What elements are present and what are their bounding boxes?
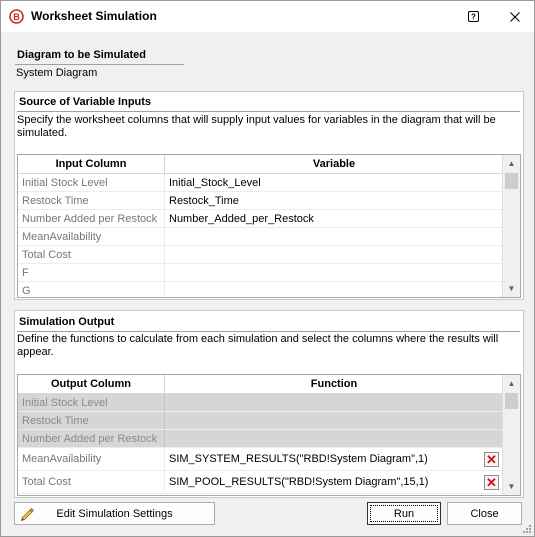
- output-grid-header: Output Column Function: [18, 375, 503, 394]
- variable-cell[interactable]: [165, 246, 503, 263]
- output-rows: Initial Stock Level Restock Time Number …: [18, 394, 503, 494]
- close-button[interactable]: Close: [447, 502, 522, 525]
- scroll-up-icon[interactable]: ▲: [503, 375, 520, 392]
- title-bar: B Worksheet Simulation ?: [1, 1, 534, 32]
- variable-cell[interactable]: Initial_Stock_Level: [165, 174, 503, 191]
- table-row[interactable]: G: [18, 282, 503, 297]
- input-column-cell: Initial Stock Level: [18, 174, 165, 191]
- table-row[interactable]: Total Cost: [18, 246, 503, 264]
- scroll-down-icon[interactable]: ▼: [503, 280, 520, 297]
- diagram-name: System Diagram: [16, 67, 98, 79]
- input-column-cell: Total Cost: [18, 246, 165, 263]
- simulation-output-group: Simulation Output Define the functions t…: [14, 310, 524, 498]
- help-button[interactable]: ?: [455, 1, 491, 32]
- edit-settings-label: Edit Simulation Settings: [56, 507, 173, 520]
- output-column-header[interactable]: Output Column: [18, 375, 165, 393]
- output-scrollbar[interactable]: ▲ ▼: [502, 375, 520, 495]
- inputs-rows: Initial Stock Level Initial_Stock_Level …: [18, 174, 503, 297]
- diagram-heading: Diagram to be Simulated: [17, 49, 146, 61]
- scrollbar-thumb[interactable]: [505, 173, 518, 189]
- variable-header[interactable]: Variable: [165, 155, 503, 173]
- inputs-heading-divider: [17, 111, 520, 112]
- close-icon: [510, 11, 520, 22]
- output-description: Define the functions to calculate from e…: [17, 333, 499, 358]
- input-column-header[interactable]: Input Column: [18, 155, 165, 173]
- variable-cell[interactable]: Number_Added_per_Restock: [165, 210, 503, 227]
- input-column-cell: F: [18, 264, 165, 281]
- red-x-icon: ✕: [486, 475, 497, 490]
- app-logo-icon: B: [9, 9, 24, 24]
- pencil-icon: [21, 507, 35, 521]
- scroll-down-icon[interactable]: ▼: [503, 478, 520, 495]
- output-heading-divider: [17, 331, 520, 332]
- table-row[interactable]: MeanAvailability: [18, 228, 503, 246]
- inputs-grid-header: Input Column Variable: [18, 155, 503, 174]
- resize-grip-icon[interactable]: [522, 524, 532, 534]
- output-grid[interactable]: Output Column Function Initial Stock Lev…: [17, 374, 521, 496]
- svg-text:?: ?: [471, 13, 476, 22]
- scroll-up-icon[interactable]: ▲: [503, 155, 520, 172]
- function-text[interactable]: SIM_POOL_RESULTS("RBD!System Diagram",15…: [169, 476, 428, 488]
- close-window-button[interactable]: [497, 1, 533, 32]
- table-row[interactable]: Number Added per Restock Number_Added_pe…: [18, 210, 503, 228]
- input-column-cell: MeanAvailability: [18, 228, 165, 245]
- variable-cell[interactable]: [165, 282, 503, 297]
- function-header[interactable]: Function: [165, 375, 503, 393]
- diagram-heading-divider: [15, 64, 184, 65]
- table-row[interactable]: Restock Time Restock_Time: [18, 192, 503, 210]
- output-column-cell: MeanAvailability: [18, 448, 165, 470]
- edit-simulation-settings-button[interactable]: Edit Simulation Settings: [14, 502, 215, 525]
- inputs-scrollbar[interactable]: ▲ ▼: [502, 155, 520, 297]
- question-mark-icon: ?: [467, 11, 479, 22]
- input-column-cell: G: [18, 282, 165, 297]
- svg-text:B: B: [13, 12, 20, 22]
- delete-function-button[interactable]: ✕: [484, 452, 499, 467]
- variable-inputs-group: Source of Variable Inputs Specify the wo…: [14, 91, 524, 300]
- function-cell: [165, 412, 503, 429]
- output-column-cell: Total Cost: [18, 471, 165, 493]
- red-x-icon: ✕: [486, 452, 497, 467]
- delete-function-button[interactable]: ✕: [484, 475, 499, 490]
- output-column-cell: Number Added per Restock: [18, 430, 165, 447]
- window-title: Worksheet Simulation: [31, 9, 157, 23]
- function-cell: [165, 394, 503, 411]
- function-cell[interactable]: SIM_POOL_RESULTS("RBD!System Diagram",15…: [165, 471, 503, 493]
- table-row[interactable]: Initial Stock Level Initial_Stock_Level: [18, 174, 503, 192]
- table-row: Restock Time: [18, 412, 503, 430]
- table-row[interactable]: F: [18, 264, 503, 282]
- worksheet-simulation-dialog: B Worksheet Simulation ? Diagram to be S…: [0, 0, 535, 537]
- table-row: Number Added per Restock: [18, 430, 503, 448]
- function-cell[interactable]: SIM_SYSTEM_RESULTS("RBD!System Diagram",…: [165, 448, 503, 470]
- variable-cell[interactable]: Restock_Time: [165, 192, 503, 209]
- output-column-cell: Initial Stock Level: [18, 394, 165, 411]
- variable-cell[interactable]: [165, 264, 503, 281]
- table-row[interactable]: Total Cost SIM_POOL_RESULTS("RBD!System …: [18, 471, 503, 494]
- table-row[interactable]: MeanAvailability SIM_SYSTEM_RESULTS("RBD…: [18, 448, 503, 471]
- function-cell: [165, 430, 503, 447]
- inputs-grid[interactable]: Input Column Variable Initial Stock Leve…: [17, 154, 521, 298]
- focus-outline: [370, 505, 438, 522]
- function-text[interactable]: SIM_SYSTEM_RESULTS("RBD!System Diagram",…: [169, 453, 428, 465]
- close-label: Close: [470, 507, 499, 520]
- output-heading: Simulation Output: [19, 316, 115, 328]
- output-column-cell: Restock Time: [18, 412, 165, 429]
- run-button[interactable]: Run: [367, 502, 441, 525]
- scrollbar-thumb[interactable]: [505, 393, 518, 409]
- inputs-description: Specify the worksheet columns that will …: [17, 114, 496, 139]
- table-row: Initial Stock Level: [18, 394, 503, 412]
- inputs-heading: Source of Variable Inputs: [19, 96, 152, 108]
- input-column-cell: Number Added per Restock: [18, 210, 165, 227]
- variable-cell[interactable]: [165, 228, 503, 245]
- input-column-cell: Restock Time: [18, 192, 165, 209]
